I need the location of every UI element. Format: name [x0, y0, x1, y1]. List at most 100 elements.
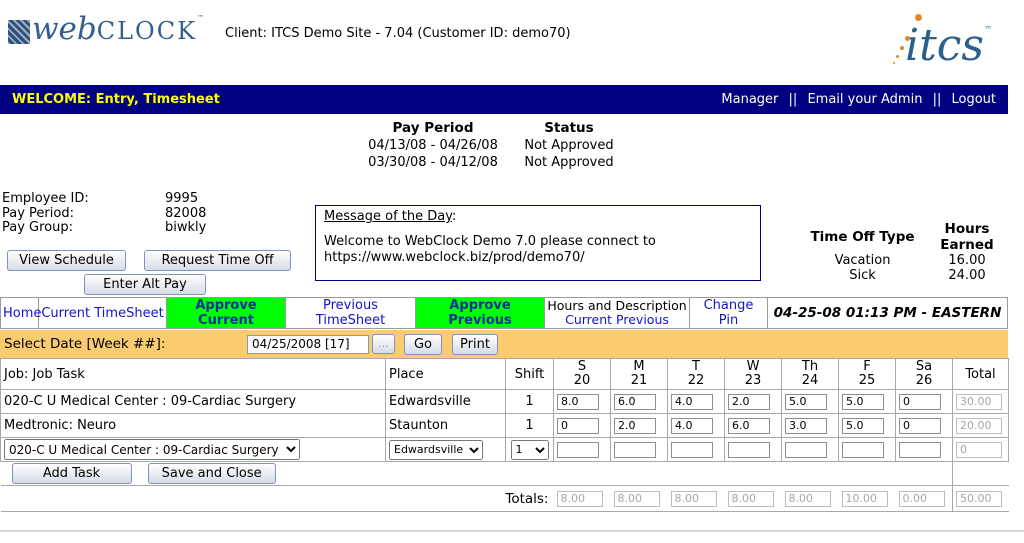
day-total-input: [841, 490, 888, 507]
hour-input-empty[interactable]: [671, 441, 713, 458]
day-column-header: T 22: [667, 358, 725, 390]
tab-approve-current[interactable]: Approve Current: [166, 297, 286, 329]
date-input[interactable]: [247, 334, 369, 354]
hour-cell: [667, 437, 725, 462]
day-column-header: F 25: [838, 358, 896, 390]
hour-cell: [838, 413, 896, 438]
row-total-cell: [952, 437, 1009, 462]
hour-input[interactable]: [671, 393, 713, 410]
row-total-cell: [952, 389, 1009, 414]
hour-input[interactable]: [899, 393, 941, 410]
place-cell: Edwardsville: [385, 389, 506, 414]
hour-cell: [724, 389, 782, 414]
day-total-cell: [553, 485, 611, 512]
pay-period-summary-table: Pay Period Status 04/13/08 - 04/26/08 No…: [358, 119, 630, 171]
welcome-message: WELCOME: Entry, Timesheet: [12, 92, 220, 107]
hours-description-title: Hours and Description: [547, 298, 687, 313]
tab-current-timesheet[interactable]: Current TimeSheet: [38, 297, 167, 329]
go-button[interactable]: Go: [404, 333, 442, 355]
hour-input[interactable]: [671, 417, 713, 434]
motd-body: Welcome to WebClock Demo 7.0 please conn…: [324, 234, 656, 265]
bottom-divider: [0, 530, 1024, 532]
time-off-row: Vacation 16.00: [800, 253, 1009, 268]
day-total-input: [613, 490, 660, 507]
hour-cell: [610, 389, 668, 414]
hour-input[interactable]: [728, 393, 770, 410]
itcs-dot-icon: [896, 55, 899, 58]
request-time-off-button[interactable]: Request Time Off: [144, 250, 291, 271]
hour-input[interactable]: [614, 393, 656, 410]
itcs-dot-icon: [915, 14, 922, 21]
hour-input-empty[interactable]: [557, 441, 599, 458]
hour-input[interactable]: [614, 417, 656, 434]
pay-period-status: Not Approved: [524, 138, 614, 153]
logout-link[interactable]: Logout: [951, 92, 996, 107]
time-off-hours: 16.00: [948, 253, 986, 268]
webclock-page: web CLOCK ™ Client: ITCS Demo Site - 7.0…: [0, 0, 1024, 543]
day-total-input: [898, 490, 945, 507]
hour-cell: [895, 389, 953, 414]
day-total-cell: [724, 485, 782, 512]
hour-input[interactable]: [785, 417, 827, 434]
hours-desc-previous-link[interactable]: Previous: [616, 312, 669, 327]
webclock-logo: web CLOCK ™: [8, 14, 204, 48]
email-admin-link[interactable]: Email your Admin: [807, 92, 922, 107]
hour-input[interactable]: [899, 417, 941, 434]
hours-description-links: Current Previous: [547, 313, 687, 327]
totals-row: Totals:: [0, 485, 1009, 512]
tab-change-pin[interactable]: Change Pin: [689, 297, 768, 329]
hour-input[interactable]: [785, 393, 827, 410]
link-separator: ||: [932, 92, 942, 107]
pay-period-dates: 03/30/08 - 04/12/08: [368, 155, 498, 170]
day-column-header: Th 24: [781, 358, 839, 390]
view-schedule-button[interactable]: View Schedule: [7, 250, 126, 271]
hour-input-empty[interactable]: [785, 441, 827, 458]
tab-home[interactable]: Home: [0, 297, 41, 329]
manager-link[interactable]: Manager: [721, 92, 778, 107]
hour-input[interactable]: [557, 393, 599, 410]
totals-label: Totals:: [0, 485, 554, 512]
hour-input[interactable]: [842, 417, 884, 434]
day-column-header: Sa 26: [895, 358, 953, 390]
timesheet-buttons-row: Add Task Save and Close: [0, 461, 1009, 486]
job-select[interactable]: 020-C U Medical Center : 09-Cardiac Surg…: [4, 439, 300, 460]
hour-cell: [553, 389, 611, 414]
shift-select[interactable]: 1: [510, 439, 549, 460]
day-column-header: W 23: [724, 358, 782, 390]
pay-period-label: Pay Period:: [2, 205, 74, 221]
tab-approve-previous[interactable]: Approve Previous: [415, 297, 545, 329]
hours-desc-current-link[interactable]: Current: [565, 312, 612, 327]
hour-input-empty[interactable]: [728, 441, 770, 458]
hour-input[interactable]: [842, 393, 884, 410]
day-total-input: [784, 490, 831, 507]
hour-input[interactable]: [728, 417, 770, 434]
employee-id-label: Employee ID:: [2, 191, 89, 206]
day-total-cell: [838, 485, 896, 512]
enter-alt-pay-button[interactable]: Enter Alt Pay: [84, 274, 206, 295]
hour-input-empty[interactable]: [614, 441, 656, 458]
shift-column-header: Shift: [505, 358, 554, 390]
job-column-header: Job: Job Task: [0, 358, 386, 390]
timesheet-table: Job: Job Task Place Shift S 20 M 21 T 22 W2…: [0, 358, 1009, 512]
save-and-close-button[interactable]: Save and Close: [147, 463, 276, 484]
hour-cell: [553, 437, 611, 462]
hour-input[interactable]: [557, 417, 599, 434]
timesheet-new-row: 020-C U Medical Center : 09-Cardiac Surg…: [0, 437, 1009, 462]
grand-total-input: [956, 490, 1002, 507]
row-total-input: [956, 441, 1002, 458]
itcs-dot-icon: [900, 46, 904, 50]
hour-input-empty[interactable]: [899, 441, 941, 458]
row-total-cell: [952, 413, 1009, 438]
tab-previous-timesheet[interactable]: Previous TimeSheet: [285, 297, 416, 329]
date-picker-button[interactable]: ...: [372, 334, 395, 354]
print-button[interactable]: Print: [452, 333, 498, 355]
add-task-button[interactable]: Add Task: [11, 463, 132, 484]
status-header: Status: [544, 120, 594, 136]
place-select[interactable]: Edwardsville: [389, 439, 483, 460]
link-separator: ||: [788, 92, 798, 107]
place-cell: Staunton: [385, 413, 506, 438]
hour-input-empty[interactable]: [842, 441, 884, 458]
timesheet-header-row: Job: Job Task Place Shift S 20 M 21 T 22 W2…: [0, 358, 1009, 390]
hour-cell: [895, 437, 953, 462]
hour-cell: [781, 389, 839, 414]
